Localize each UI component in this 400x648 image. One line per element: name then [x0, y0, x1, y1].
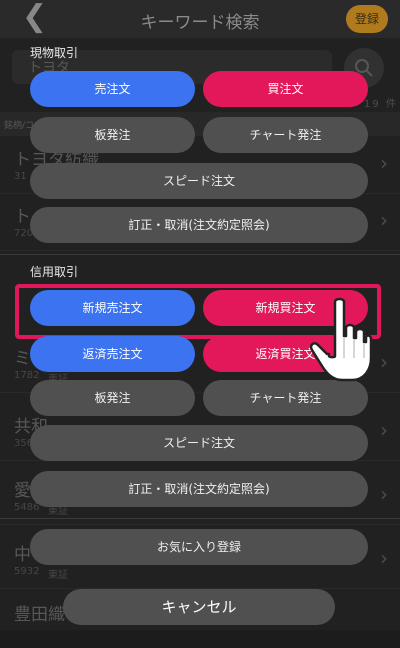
section-divider — [0, 518, 400, 519]
cancel-button[interactable]: キャンセル — [63, 589, 335, 625]
hand-pointer-icon — [309, 297, 372, 382]
header: ❮ キーワード検索 登録 — [0, 0, 400, 38]
cash-speed-order-button[interactable]: スピード注文 — [30, 163, 368, 199]
margin-speed-order-button[interactable]: スピード注文 — [30, 425, 368, 461]
margin-close-sell-button[interactable]: 返済売注文 — [30, 336, 195, 372]
margin-correct-cancel-button[interactable]: 訂正・取消(注文約定照会) — [30, 471, 368, 507]
section-divider — [0, 254, 400, 255]
margin-section-title: 信用取引 — [30, 265, 79, 279]
cash-board-order-button[interactable]: 板発注 — [30, 117, 195, 153]
cash-correct-cancel-button[interactable]: 訂正・取消(注文約定照会) — [30, 207, 368, 243]
cash-buy-order-button[interactable]: 買注文 — [203, 71, 368, 107]
margin-chart-order-button[interactable]: チャート発注 — [203, 380, 368, 416]
page-title: キーワード検索 — [140, 13, 260, 33]
cash-sell-order-button[interactable]: 売注文 — [30, 71, 195, 107]
add-favorite-button[interactable]: お気に入り登録 — [30, 529, 368, 565]
register-button[interactable]: 登録 — [346, 5, 388, 33]
cash-section-title: 現物取引 — [30, 46, 79, 60]
cash-chart-order-button[interactable]: チャート発注 — [203, 117, 368, 153]
margin-board-order-button[interactable]: 板発注 — [30, 380, 195, 416]
